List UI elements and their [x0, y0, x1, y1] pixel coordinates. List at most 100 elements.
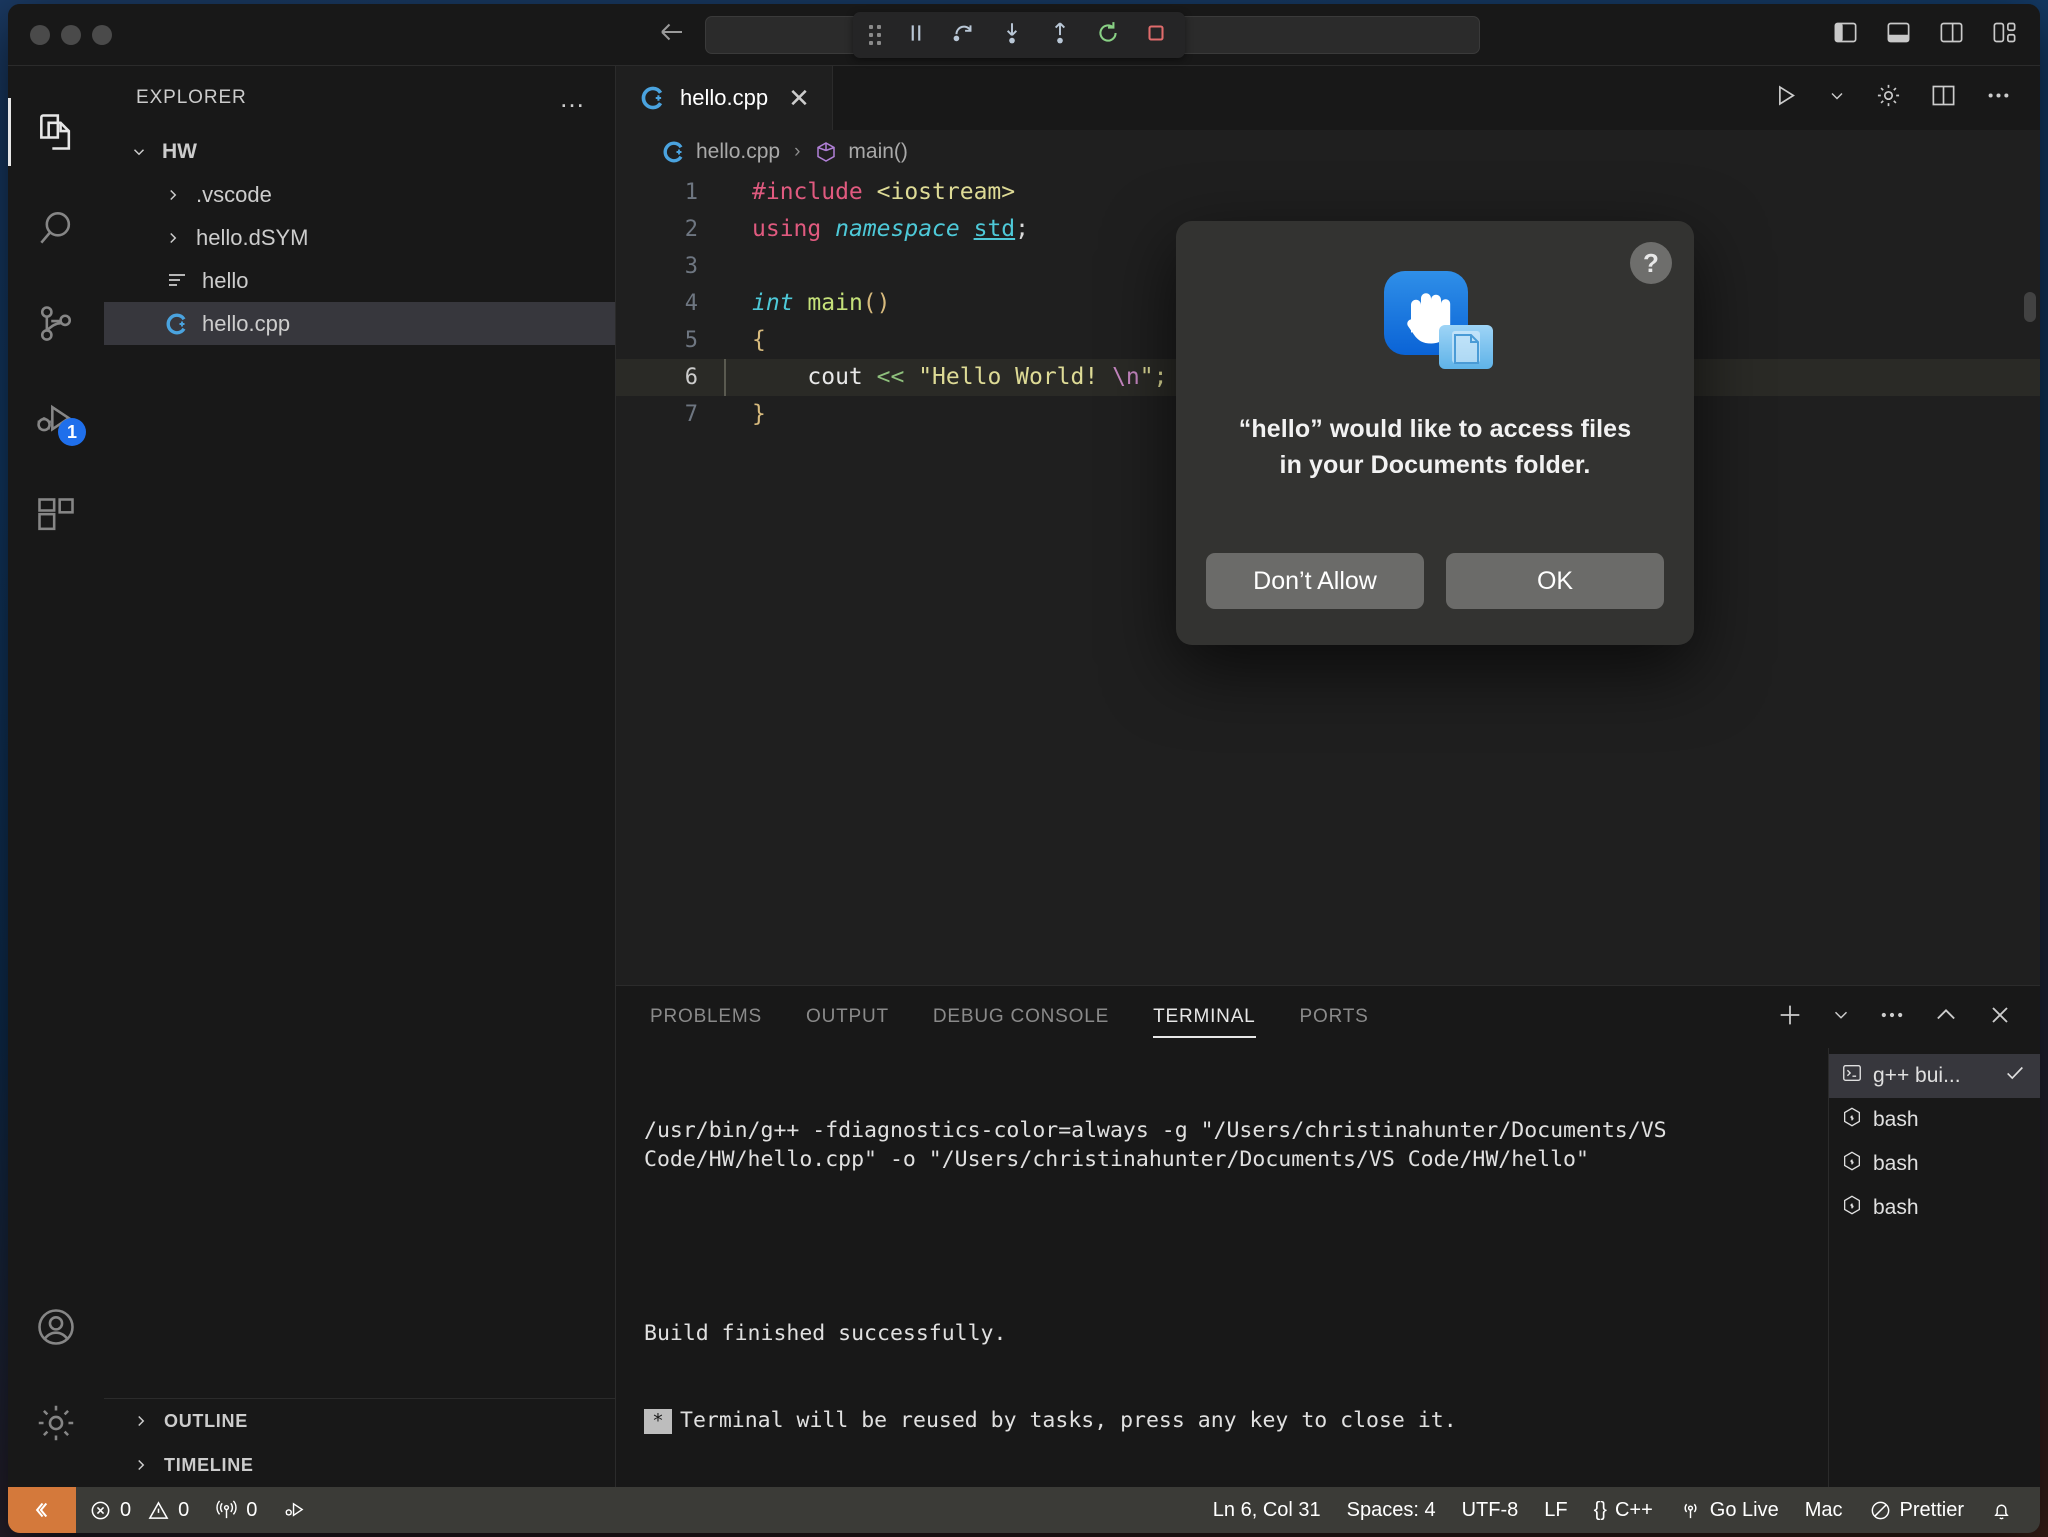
tab-debug-console[interactable]: DEBUG CONSOLE [933, 986, 1109, 1048]
terminal-blank-line [644, 1232, 1828, 1261]
status-eol[interactable]: LF [1531, 1487, 1580, 1533]
close-window-button[interactable] [30, 25, 50, 45]
dialog-buttons: Don’t Allow OK [1206, 553, 1664, 609]
remote-window-button[interactable] [8, 1487, 76, 1533]
line-content: } [726, 396, 766, 433]
line-content: #include <iostream> [726, 174, 1015, 211]
status-indentation[interactable]: Spaces: 4 [1334, 1487, 1449, 1533]
activity-item-manage[interactable] [8, 1375, 104, 1471]
dont-allow-button[interactable]: Don’t Allow [1206, 553, 1424, 609]
tab-problems[interactable]: PROBLEMS [650, 986, 762, 1048]
cpp-file-icon [662, 140, 686, 164]
status-platform[interactable]: Mac [1792, 1487, 1856, 1533]
panel-tab-bar: PROBLEMS OUTPUT DEBUG CONSOLE TERMINAL P… [616, 986, 2040, 1048]
toggle-secondary-sidebar-icon[interactable] [1938, 19, 1965, 51]
step-over-button[interactable] [951, 20, 977, 51]
status-go-live[interactable]: Go Live [1666, 1487, 1792, 1533]
tree-item-hello-dsym[interactable]: hello.dSYM [104, 216, 615, 259]
tree-item-hello[interactable]: hello [104, 259, 615, 302]
section-timeline[interactable]: TIMELINE [104, 1443, 615, 1487]
explorer-sidebar: EXPLORER … HW .vscode [104, 66, 616, 1487]
status-language-mode[interactable]: {} C++ [1581, 1487, 1666, 1533]
pause-button[interactable] [903, 20, 929, 51]
editor-scrollbar[interactable] [2024, 292, 2036, 322]
maximize-panel-icon[interactable] [1932, 1001, 1960, 1034]
terminal-badge: * [644, 1409, 672, 1434]
cpp-file-icon [640, 85, 666, 111]
status-formatter[interactable]: Prettier [1856, 1487, 1977, 1533]
status-cursor-position[interactable]: Ln 6, Col 31 [1200, 1487, 1334, 1533]
drag-handle-icon[interactable] [869, 25, 881, 45]
breadcrumb-symbol[interactable]: main() [848, 140, 908, 164]
explorer-more-actions-icon[interactable]: … [559, 93, 587, 103]
tab-hello-cpp[interactable]: hello.cpp ✕ [616, 66, 833, 130]
terminal-list-item-bash-2[interactable]: bash [1829, 1142, 2040, 1186]
terminal-list-label: bash [1873, 1152, 1919, 1176]
activity-item-extensions[interactable] [8, 468, 104, 564]
binary-file-icon [164, 269, 190, 293]
status-notifications[interactable] [1977, 1487, 2026, 1533]
bash-icon [1841, 1194, 1863, 1222]
tab-ports[interactable]: PORTS [1300, 986, 1369, 1048]
activity-bar: 1 [8, 66, 104, 1487]
tab-terminal[interactable]: TERMINAL [1153, 986, 1255, 1048]
activity-bar-bottom [8, 1279, 104, 1487]
close-icon[interactable]: ✕ [788, 85, 810, 111]
terminal-list-label: g++ bui... [1873, 1064, 1961, 1088]
line-number: 6 [616, 359, 726, 396]
breadcrumb-separator: › [794, 141, 800, 163]
maximize-window-button[interactable] [92, 25, 112, 45]
step-into-button[interactable] [999, 20, 1025, 51]
activity-item-search[interactable] [8, 180, 104, 276]
section-outline[interactable]: OUTLINE [104, 1399, 615, 1443]
restart-button[interactable] [1095, 20, 1121, 51]
account-icon [34, 1305, 78, 1349]
stop-button[interactable] [1143, 20, 1169, 51]
status-debug[interactable] [270, 1487, 319, 1533]
tree-item-vscode[interactable]: .vscode [104, 173, 615, 216]
window-traffic-lights [30, 25, 112, 45]
terminal-dropdown-chevron-down-icon[interactable] [1830, 1004, 1852, 1031]
tree-item-hello-cpp[interactable]: hello.cpp [104, 302, 615, 345]
terminal-list-item-bash-3[interactable]: bash [1829, 1186, 2040, 1230]
tree-root-hw[interactable]: HW [104, 130, 615, 173]
breadcrumb-file[interactable]: hello.cpp [696, 140, 780, 164]
step-out-button[interactable] [1047, 20, 1073, 51]
activity-item-source-control[interactable] [8, 276, 104, 372]
run-button[interactable] [1772, 82, 1799, 114]
line-number: 3 [616, 248, 726, 285]
new-terminal-icon[interactable] [1776, 1001, 1804, 1034]
go-back-icon[interactable] [657, 17, 687, 52]
split-editor-icon[interactable] [1930, 82, 1957, 114]
debug-toolbar[interactable] [853, 12, 1185, 58]
line-number: 1 [616, 174, 726, 211]
customize-layout-icon[interactable] [1991, 19, 2018, 51]
prettier-icon [1869, 1499, 1892, 1522]
tab-output[interactable]: OUTPUT [806, 986, 889, 1048]
status-encoding[interactable]: UTF-8 [1449, 1487, 1532, 1533]
terminal-list-item-bash-1[interactable]: bash [1829, 1098, 2040, 1142]
run-chevron-down-icon[interactable] [1827, 86, 1847, 111]
settings-gear-icon[interactable] [1875, 82, 1902, 114]
toggle-primary-sidebar-icon[interactable] [1832, 19, 1859, 51]
file-tree: HW .vscode hello.dSYM [104, 130, 615, 1398]
activity-item-accounts[interactable] [8, 1279, 104, 1375]
activity-item-run-and-debug[interactable]: 1 [8, 372, 104, 468]
help-button[interactable]: ? [1630, 242, 1672, 284]
line-number: 2 [616, 211, 726, 248]
warning-icon [147, 1499, 170, 1522]
editor-more-actions-icon[interactable] [1985, 82, 2012, 114]
ports-count: 0 [246, 1499, 257, 1522]
terminal-list-item-gpp-build[interactable]: g++ bui... [1829, 1054, 2040, 1098]
ok-button[interactable]: OK [1446, 553, 1664, 609]
status-ports[interactable]: 0 [202, 1487, 270, 1533]
minimize-window-button[interactable] [61, 25, 81, 45]
warning-count: 0 [178, 1499, 189, 1522]
panel-more-actions-icon[interactable] [1878, 1001, 1906, 1034]
activity-item-explorer[interactable] [8, 84, 104, 180]
toggle-panel-icon[interactable] [1885, 19, 1912, 51]
checkmark-icon [2004, 1062, 2026, 1090]
terminal-output[interactable]: /usr/bin/g++ -fdiagnostics-color=always … [616, 1048, 1828, 1487]
close-panel-icon[interactable] [1986, 1001, 2014, 1034]
status-problems[interactable]: 0 0 [76, 1487, 202, 1533]
